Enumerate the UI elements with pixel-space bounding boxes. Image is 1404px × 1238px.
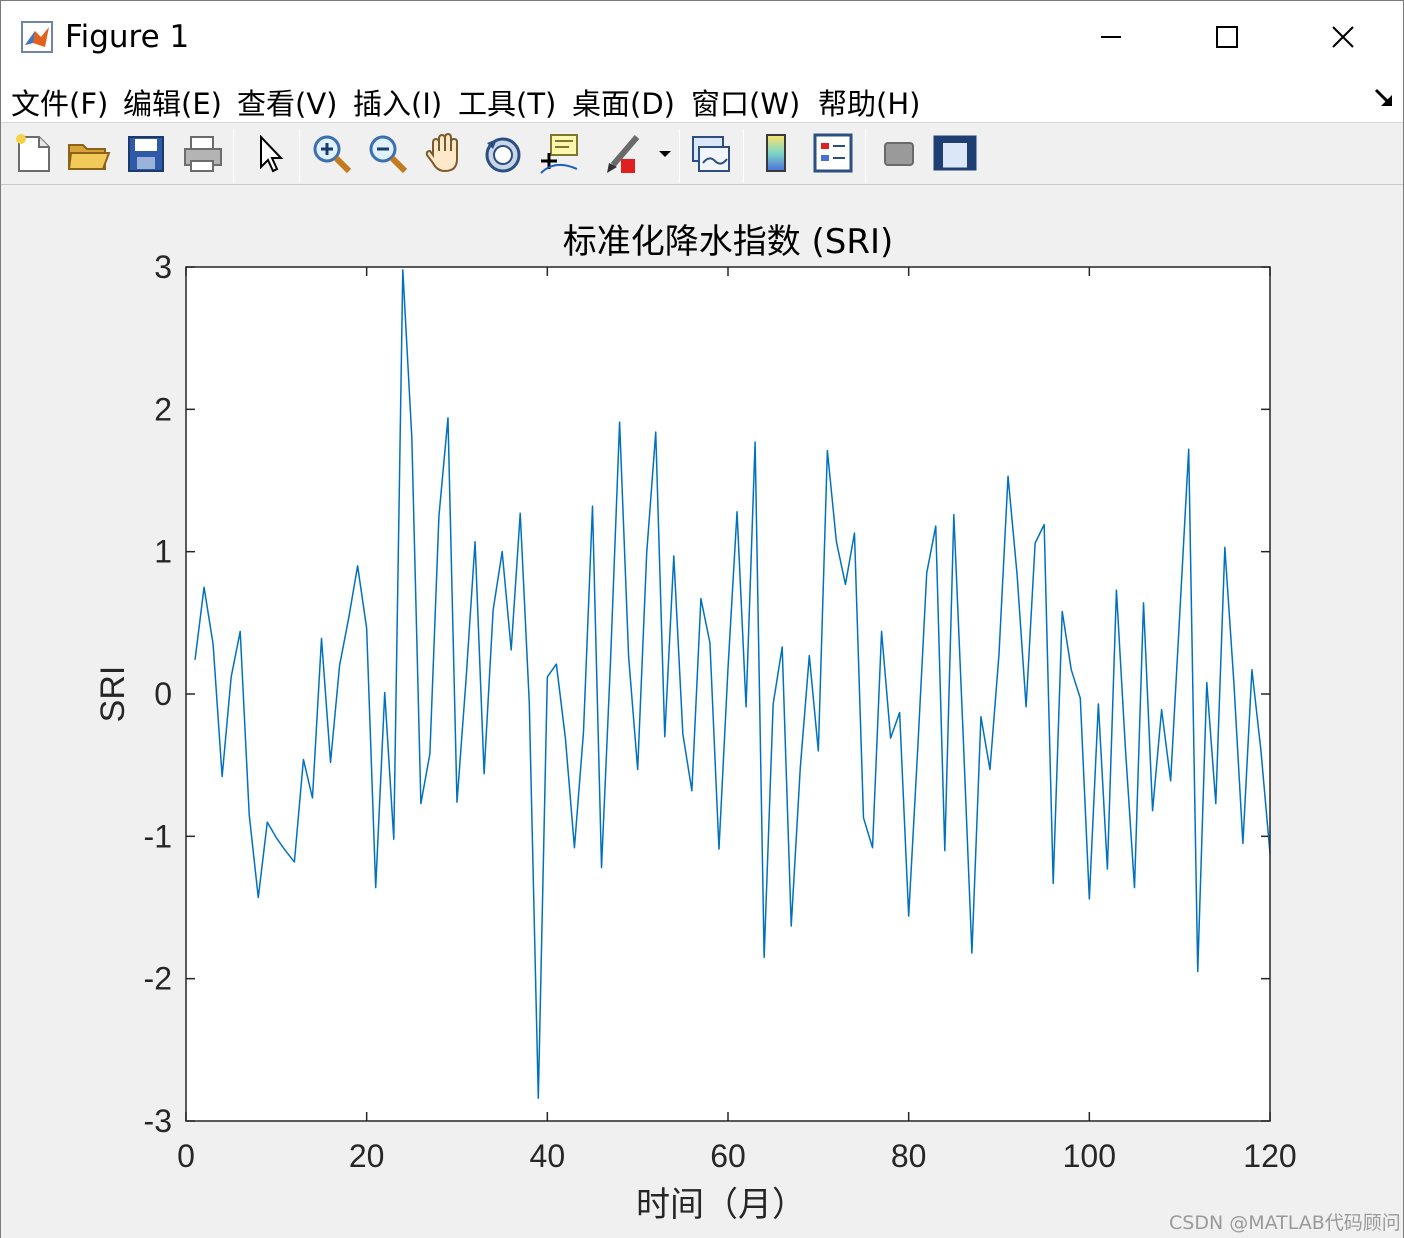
print-icon[interactable] [179,129,227,177]
x-axis-label: 时间（月） [636,1185,806,1225]
brush-icon[interactable] [599,129,647,177]
menu-insert[interactable]: 插入(I) [353,81,442,123]
new-figure-icon[interactable] [9,129,57,177]
menu-tools[interactable]: 工具(T) [458,81,556,123]
figure-toolbar [1,123,1403,185]
close-icon [1332,26,1354,48]
maximize-icon [1216,26,1238,48]
menu-help[interactable]: 帮助(H) [818,81,920,123]
x-tick-label: 20 [349,1138,385,1174]
title-bar: Figure 1 [1,1,1403,73]
line-chart[interactable]: 0 20 40 60 80 100 120-3-2-10123 标准化降水指数 (SRI) … [1,186,1403,1238]
toolbar-separator [743,129,744,183]
toolbar-separator [233,129,234,183]
x-tick-label: 120 [1243,1138,1296,1174]
figure-window: Figure 1 文件(F) 编辑(E) 查看(V) 插入(I) 工具(T) 桌… [0,0,1404,1238]
window-title: Figure 1 [65,19,190,55]
toolbar-separator [299,129,300,183]
dropdown-arrow-icon[interactable] [653,129,677,177]
watermark-text: CSDN @MATLAB代码顾问 [1169,1212,1401,1234]
y-tick-label: -1 [144,818,172,854]
menu-edit[interactable]: 编辑(E) [123,81,222,123]
y-tick-label: -3 [144,1103,172,1139]
toolbar-separator [865,129,866,183]
x-tick-label: 100 [1063,1138,1116,1174]
x-tick-label: 0 [177,1138,195,1174]
zoom-in-icon[interactable] [307,129,355,177]
x-tick-label: 80 [891,1138,927,1174]
minimize-button[interactable] [1053,1,1169,73]
open-file-icon[interactable] [65,129,113,177]
y-axis-label: SRI [94,666,132,723]
data-cursor-icon[interactable] [535,129,583,177]
maximize-button[interactable] [1169,1,1285,73]
close-button[interactable] [1285,1,1401,73]
link-plot-icon[interactable] [687,129,735,177]
axes-background [186,267,1270,1121]
toolbar-separator [679,129,680,183]
zoom-out-icon[interactable] [363,129,411,177]
y-tick-label: 3 [154,249,172,285]
menu-window[interactable]: 窗口(W) [691,81,800,123]
menu-bar: 文件(F) 编辑(E) 查看(V) 插入(I) 工具(T) 桌面(D) 窗口(W… [1,73,1403,123]
pan-hand-icon[interactable] [421,129,469,177]
legend-icon[interactable] [809,129,857,177]
colorbar-icon[interactable] [753,129,801,177]
menu-view[interactable]: 查看(V) [237,81,337,123]
figure-canvas: 0 20 40 60 80 100 120 -3 -2 -1 0 1 2 3 标准化降水指数 (SRI) … [1,186,1403,1238]
show-plot-tools-icon[interactable] [931,129,979,177]
x-tick-label: 60 [710,1138,746,1174]
minimize-icon [1101,36,1121,38]
rotate-3d-icon[interactable] [479,129,527,177]
y-tick-label: 2 [154,391,172,427]
hide-plot-tools-icon[interactable] [875,129,923,177]
edit-plot-arrow-icon[interactable] [245,129,293,177]
menu-file[interactable]: 文件(F) [11,81,108,123]
matlab-icon [21,21,53,53]
save-icon[interactable] [123,129,171,177]
chart-title: 标准化降水指数 (SRI) [563,222,894,262]
y-tick-label: 1 [154,534,172,570]
dock-arrow-icon[interactable] [1373,87,1395,109]
menu-desktop[interactable]: 桌面(D) [572,81,675,123]
y-tick-label: -2 [144,961,172,997]
x-tick-label: 40 [530,1138,566,1174]
y-tick-label: 0 [154,676,172,712]
